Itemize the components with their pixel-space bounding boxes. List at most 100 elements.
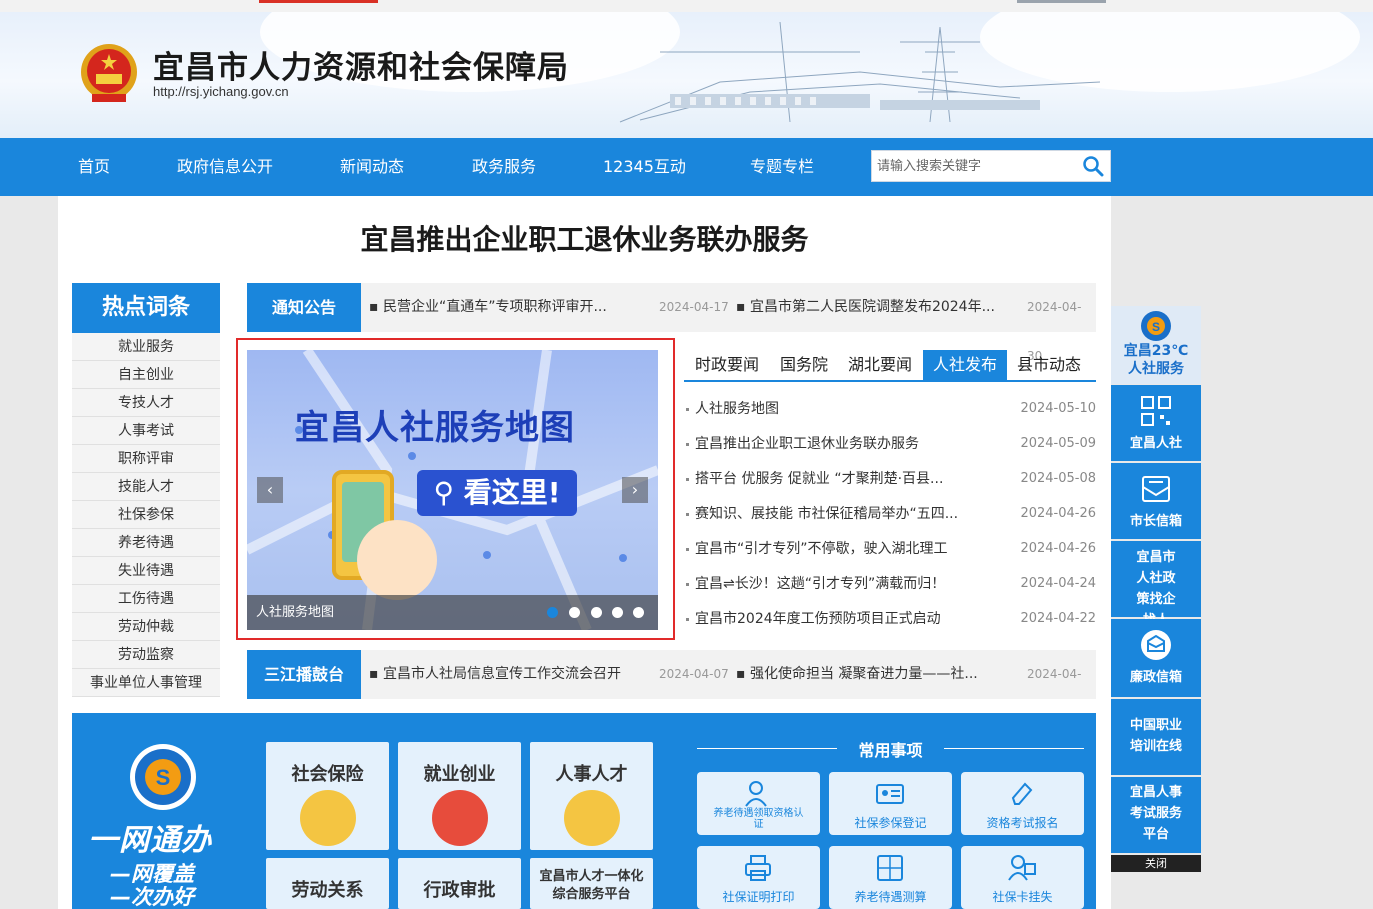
location-pin-icon: ⚲: [433, 476, 454, 509]
notice-label[interactable]: 通知公告: [247, 283, 361, 332]
search-icon[interactable]: [1082, 155, 1104, 177]
calculator-icon: [877, 855, 903, 881]
news-item[interactable]: 人社服务地图 2024-05-10: [684, 394, 1096, 429]
nav-news[interactable]: 新闻动态: [340, 138, 404, 196]
tab-hubei[interactable]: 湖北要闻: [848, 350, 912, 380]
carousel-dot[interactable]: [591, 607, 602, 618]
float-policy-search[interactable]: 宜昌市人社政策找企找人: [1111, 541, 1201, 628]
svg-text:S: S: [156, 765, 171, 790]
service-social-insurance[interactable]: 社会保险: [266, 742, 389, 850]
broadcast-item[interactable]: ▪ 强化使命担当 凝聚奋进力量——社...: [736, 650, 978, 699]
float-mayor-mailbox[interactable]: 市长信箱: [1111, 463, 1201, 539]
top-strip: [0, 0, 1373, 12]
hot-item[interactable]: 工伤待遇: [72, 585, 220, 613]
pen-icon: [1011, 782, 1033, 805]
top-accent-gray: [1017, 0, 1106, 3]
float-integrity-mailbox[interactable]: 廉政信箱: [1111, 619, 1201, 697]
id-card-icon: [876, 784, 904, 804]
folders-icon: [432, 790, 488, 846]
hot-item[interactable]: 事业单位人事管理: [72, 669, 220, 697]
mail-icon: [1142, 476, 1170, 502]
svg-text:S: S: [1152, 320, 1160, 334]
briefcase-icon: [300, 790, 356, 846]
quick-pension-cert[interactable]: 养老待遇领取资格认证: [697, 772, 820, 835]
broadcast-label[interactable]: 三江播鼓台: [247, 650, 361, 699]
notice-date: 2024-04-17: [659, 300, 729, 314]
quick-insurance-reg[interactable]: 社保参保登记: [829, 772, 952, 835]
nav-topics[interactable]: 专题专栏: [750, 138, 814, 196]
news-item[interactable]: 赛知识、展技能 市社保征稽局举办“五四... 2024-04-26: [684, 499, 1096, 534]
hot-item[interactable]: 就业服务: [72, 333, 220, 361]
float-yichang-hrss[interactable]: 宜昌人社: [1111, 385, 1201, 461]
quick-card-loss[interactable]: 社保卡挂失: [961, 846, 1084, 909]
news-item[interactable]: 搭平台 优服务 促就业 “才聚荆楚·百县... 2024-05-08: [684, 464, 1096, 499]
float-logo[interactable]: S 宜昌23℃人社服务: [1111, 306, 1201, 384]
quick-cert-print[interactable]: 社保证明打印: [697, 846, 820, 909]
notice-item[interactable]: ▪ 宜昌市第二人民医院调整发布2024年...: [736, 283, 995, 332]
float-vocational-training[interactable]: 中国职业培训在线: [1111, 699, 1201, 775]
hrss-logo-icon: S: [130, 744, 196, 810]
news-item[interactable]: 宜昌⇌长沙！这趟“引才专列”满载而归！ 2024-04-24: [684, 569, 1096, 604]
person-lost-icon: [1008, 855, 1036, 881]
carousel-badge: ⚲ 看这里!: [417, 470, 577, 516]
hot-item[interactable]: 失业待遇: [72, 557, 220, 585]
band-slogan: 一网通办: [88, 823, 212, 858]
hot-item[interactable]: 专技人才: [72, 389, 220, 417]
service-employment[interactable]: 就业创业: [398, 742, 521, 850]
carousel-dot[interactable]: [547, 607, 558, 618]
tab-county[interactable]: 县市动态: [1017, 350, 1081, 380]
tab-politics[interactable]: 时政要闻: [695, 350, 759, 380]
service-talent[interactable]: 人事人才: [530, 742, 653, 850]
headline[interactable]: 宜昌推出企业职工退休业务联办服务: [58, 218, 1111, 258]
person-check-icon: [745, 781, 767, 807]
service-labor-relations[interactable]: 劳动关系: [266, 858, 389, 909]
site-header: 宜昌市人力资源和社会保障局 http://rsj.yichang.gov.cn: [0, 12, 1373, 138]
float-exam-platform[interactable]: 宜昌人事考试服务平台: [1111, 777, 1201, 853]
news-item[interactable]: 宜昌市2024年度工伤预防项目正式启动 2024-04-22: [684, 604, 1096, 639]
envelope-icon: [1141, 630, 1171, 660]
carousel-prev-button[interactable]: ‹: [257, 477, 283, 503]
tab-hrss-release[interactable]: 人社发布: [923, 350, 1008, 380]
hot-item[interactable]: 劳动监察: [72, 641, 220, 669]
float-close-button[interactable]: 关闭: [1111, 855, 1201, 872]
notice-item[interactable]: ▪ 民营企业“直通车”专项职称评审开...: [369, 283, 607, 332]
tab-underline: [684, 380, 1096, 382]
main-nav: 首页 政府信息公开 新闻动态 政务服务 12345互动 专题专栏: [0, 138, 1373, 196]
hot-item[interactable]: 养老待遇: [72, 529, 220, 557]
carousel-dot[interactable]: [612, 607, 623, 618]
top-accent-red: [259, 0, 378, 3]
hot-item[interactable]: 技能人才: [72, 473, 220, 501]
hot-item[interactable]: 职称评审: [72, 445, 220, 473]
hot-words-list: 就业服务 自主创业 专技人才 人事考试 职称评审 技能人才 社保参保 养老待遇 …: [72, 333, 220, 697]
printer-icon: [745, 855, 771, 881]
carousel-caption-bar: 人社服务地图: [247, 595, 658, 630]
search-input[interactable]: [872, 151, 1072, 181]
carousel-caption[interactable]: 人社服务地图: [256, 595, 334, 630]
carousel-title: 宜昌人社服务地图: [295, 408, 575, 448]
news-item[interactable]: 宜昌市“引才专列”不停歇，驶入湖北理工 2024-04-26: [684, 534, 1096, 569]
hot-item[interactable]: 社保参保: [72, 501, 220, 529]
site-title: 宜昌市人力资源和社会保障局: [153, 50, 569, 86]
carousel-dot[interactable]: [569, 607, 580, 618]
broadcast-bar: 三江播鼓台 ▪ 宜昌市人社局信息宣传工作交流会召开 2024-04-07 ▪ 强…: [247, 650, 1096, 730]
carousel[interactable]: 宜昌人社服务地图 ⚲ 看这里! ‹ › 人社服务地图: [247, 350, 658, 630]
carousel-next-button[interactable]: ›: [622, 477, 648, 503]
hot-item[interactable]: 人事考试: [72, 417, 220, 445]
hot-item[interactable]: 自主创业: [72, 361, 220, 389]
news-item[interactable]: 宜昌推出企业职工退休业务联办服务 2024-05-09: [684, 429, 1096, 464]
broadcast-item[interactable]: ▪ 宜昌市人社局信息宣传工作交流会召开: [369, 650, 621, 699]
service-admin-approval[interactable]: 行政审批: [398, 858, 521, 909]
nav-12345[interactable]: 12345互动: [603, 138, 686, 196]
quick-pension-calc[interactable]: 养老待遇测算: [829, 846, 952, 909]
nav-home[interactable]: 首页: [78, 138, 110, 196]
service-talent-platform[interactable]: 宜昌市人才一体化综合服务平台: [530, 858, 653, 909]
hot-item[interactable]: 劳动仲裁: [72, 613, 220, 641]
quick-exam-signup[interactable]: 资格考试报名: [961, 772, 1084, 835]
search-box: [871, 150, 1111, 182]
site-url[interactable]: http://rsj.yichang.gov.cn: [153, 84, 289, 99]
tab-state-council[interactable]: 国务院: [780, 350, 828, 380]
carousel-dot[interactable]: [633, 607, 644, 618]
document-icon: [564, 790, 620, 846]
nav-gov-service[interactable]: 政务服务: [472, 138, 536, 196]
nav-gov-info[interactable]: 政府信息公开: [177, 138, 273, 196]
